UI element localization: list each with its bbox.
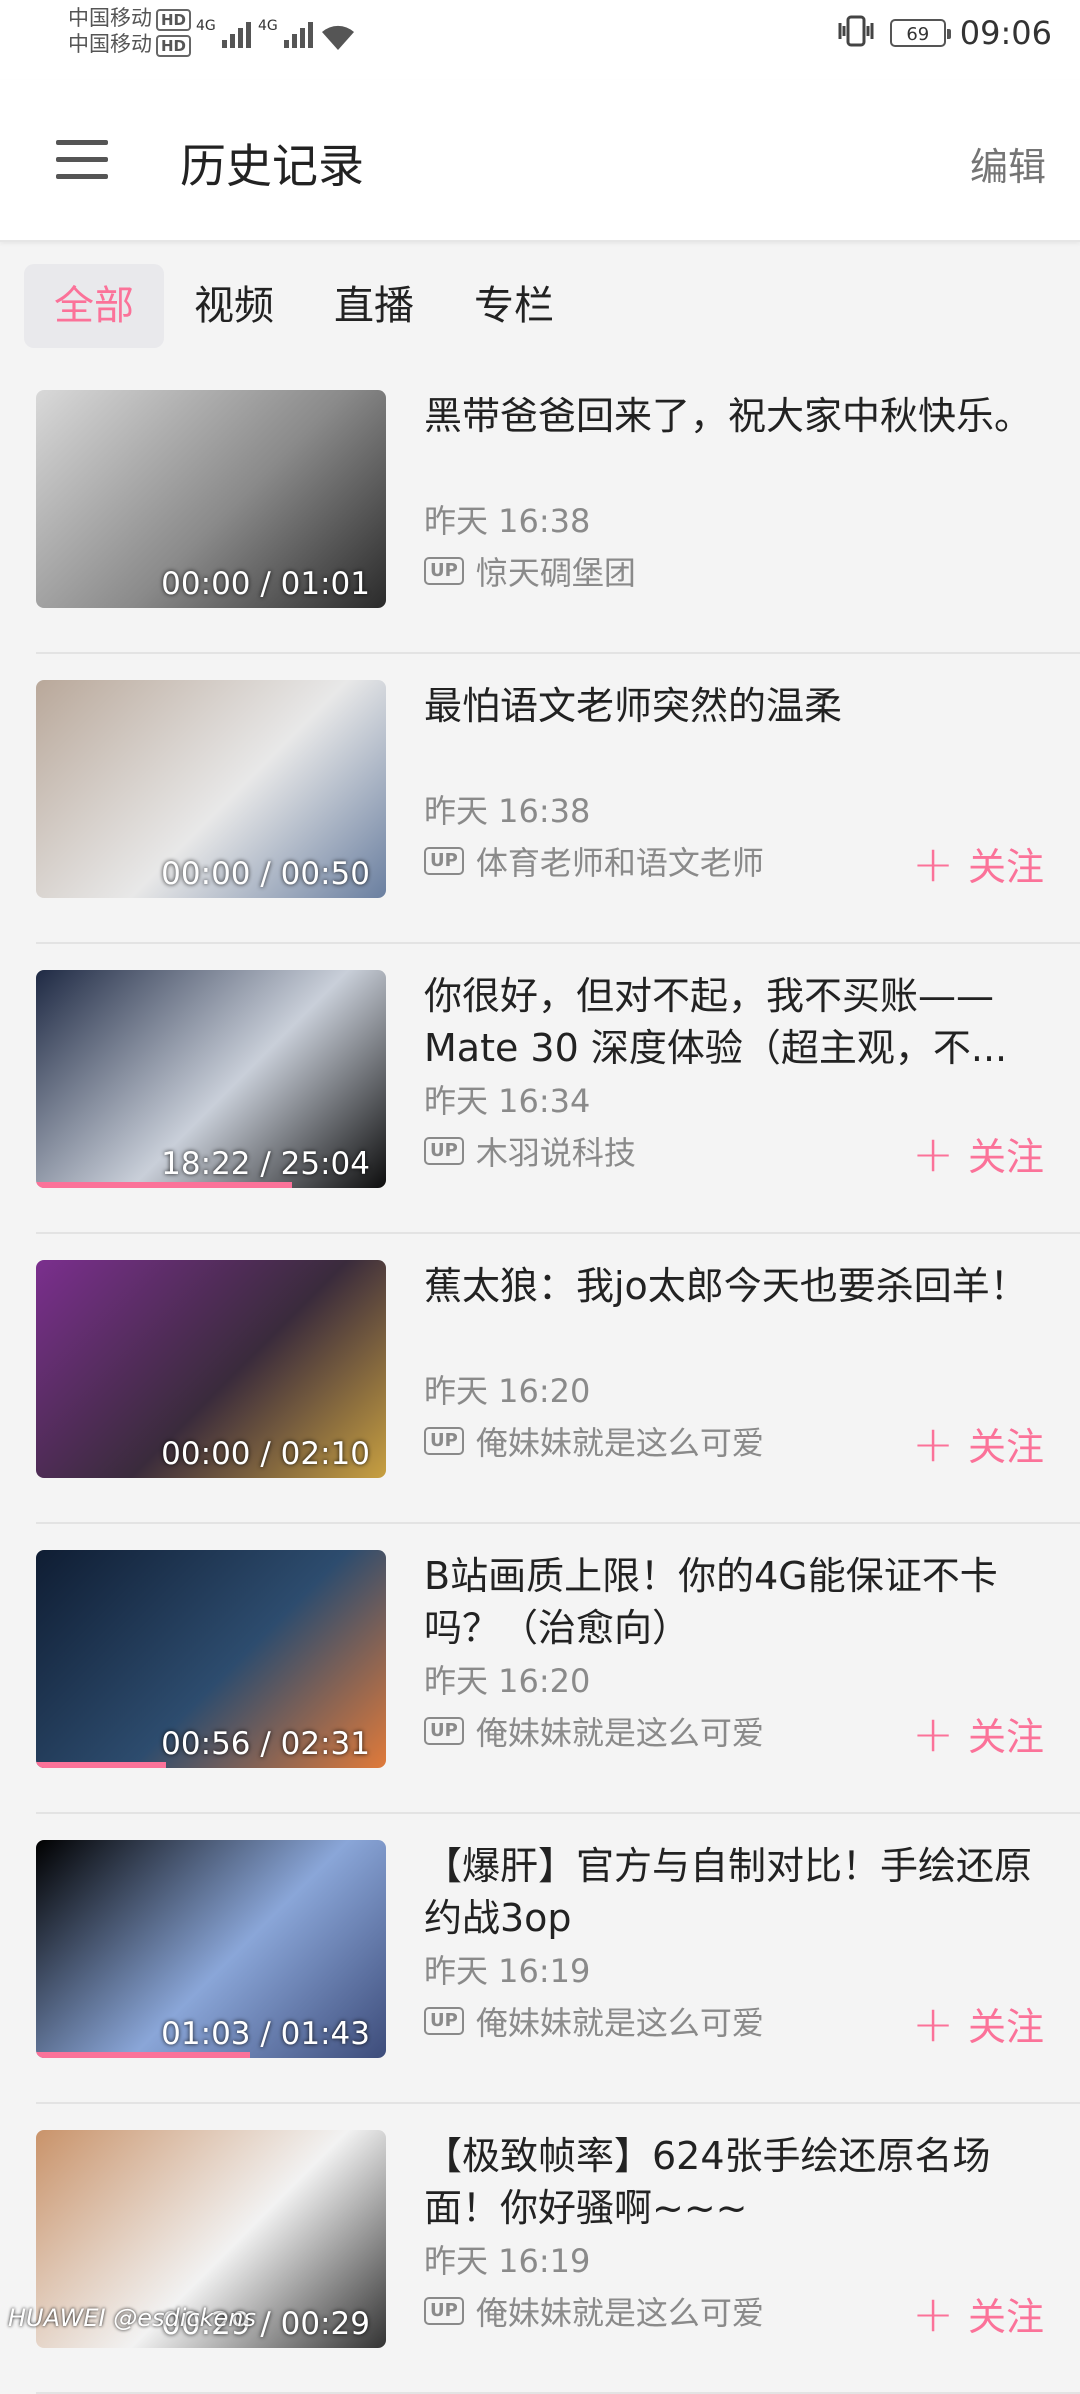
video-thumbnail[interactable]: 00:00 / 02:10: [36, 1260, 386, 1478]
plus-icon: +: [912, 844, 954, 884]
watch-progress-bar: [36, 1762, 166, 1768]
follow-label: 关注: [968, 836, 1044, 891]
video-title[interactable]: 【爆肝】官方与自制对比！手绘还原约战3op: [424, 1840, 1044, 1944]
plus-icon: +: [912, 1134, 954, 1174]
video-duration: 18:22 / 25:04: [161, 1146, 370, 1182]
video-duration: 00:56 / 02:31: [161, 1726, 370, 1762]
uploader[interactable]: UP 木羽说科技: [424, 1128, 636, 1174]
uploader-name: 俺妹妹就是这么可爱: [476, 1418, 764, 1464]
video-thumbnail[interactable]: 00:00 / 01:01: [36, 390, 386, 608]
follow-button[interactable]: + 关注: [912, 1126, 1044, 1181]
tab-live[interactable]: 直播: [304, 264, 444, 348]
battery-icon: 69: [890, 19, 946, 47]
follow-button[interactable]: + 关注: [912, 1416, 1044, 1471]
uploader[interactable]: UP 体育老师和语文老师: [424, 838, 764, 884]
uploader-name: 俺妹妹就是这么可爱: [476, 1998, 764, 2044]
history-item[interactable]: 18:22 / 25:04 你很好，但对不起，我不买账——Mate 30 深度体…: [0, 944, 1080, 1234]
video-title[interactable]: 最怕语文老师突然的温柔: [424, 680, 1044, 732]
watch-progress-bar: [36, 2052, 250, 2058]
watch-time: 昨天 16:19: [424, 1946, 590, 1992]
menu-icon[interactable]: [52, 140, 112, 180]
wifi-icon: [318, 20, 358, 56]
follow-button[interactable]: + 关注: [912, 836, 1044, 891]
up-badge-icon: UP: [424, 1427, 464, 1455]
video-duration: 00:00 / 00:50: [161, 856, 370, 892]
uploader-name: 俺妹妹就是这么可爱: [476, 1708, 764, 1754]
follow-button[interactable]: + 关注: [912, 1706, 1044, 1761]
uploader[interactable]: UP 俺妹妹就是这么可爱: [424, 1998, 764, 2044]
video-duration: 00:00 / 02:10: [161, 1436, 370, 1472]
watch-time: 昨天 16:20: [424, 1366, 590, 1412]
video-title[interactable]: 你很好，但对不起，我不买账——Mate 30 深度体验（超主观，不...: [424, 970, 1044, 1074]
uploader[interactable]: UP 俺妹妹就是这么可爱: [424, 1708, 764, 1754]
filter-tabs: 全部 视频 直播 专栏: [24, 264, 584, 348]
tab-video[interactable]: 视频: [164, 264, 304, 348]
watch-time: 昨天 16:38: [424, 496, 590, 542]
history-item[interactable]: 00:00 / 01:01 黑带爸爸回来了，祝大家中秋快乐。 昨天 16:38 …: [0, 364, 1080, 654]
watch-time: 昨天 16:34: [424, 1076, 590, 1122]
video-duration: 01:03 / 01:43: [161, 2016, 370, 2052]
tab-column[interactable]: 专栏: [444, 264, 584, 348]
video-title[interactable]: B站画质上限！你的4G能保证不卡吗？（治愈向）: [424, 1550, 1044, 1654]
video-thumbnail[interactable]: 00:00 / 00:50: [36, 680, 386, 898]
vibrate-icon: [836, 14, 876, 52]
uploader-name: 体育老师和语文老师: [476, 838, 764, 884]
history-item[interactable]: 01:03 / 01:43 【爆肝】官方与自制对比！手绘还原约战3op 昨天 1…: [0, 1814, 1080, 2104]
tab-all[interactable]: 全部: [24, 264, 164, 348]
up-badge-icon: UP: [424, 847, 464, 875]
plus-icon: +: [912, 1714, 954, 1754]
history-item[interactable]: 00:56 / 02:31 B站画质上限！你的4G能保证不卡吗？（治愈向） 昨天…: [0, 1524, 1080, 1814]
plus-icon: +: [912, 2004, 954, 2044]
up-badge-icon: UP: [424, 2297, 464, 2325]
uploader[interactable]: UP 俺妹妹就是这么可爱: [424, 2288, 764, 2334]
video-thumbnail[interactable]: 18:22 / 25:04: [36, 970, 386, 1188]
app-toolbar: 历史记录 编辑: [0, 80, 1080, 242]
watch-time: 昨天 16:19: [424, 2236, 590, 2282]
uploader[interactable]: UP 惊天碉堡团: [424, 548, 636, 594]
uploader-name: 惊天碉堡团: [476, 548, 636, 594]
watch-progress-bar: [36, 1182, 292, 1188]
video-thumbnail[interactable]: 00:56 / 02:31: [36, 1550, 386, 1768]
plus-icon: +: [912, 1424, 954, 1464]
uploader[interactable]: UP 俺妹妹就是这么可爱: [424, 1418, 764, 1464]
history-item[interactable]: 00:00 / 00:50 最怕语文老师突然的温柔 昨天 16:38 UP 体育…: [0, 654, 1080, 944]
uploader-name: 木羽说科技: [476, 1128, 636, 1174]
follow-button[interactable]: + 关注: [912, 2286, 1044, 2341]
video-duration: 00:00 / 01:01: [161, 566, 370, 602]
status-bar: 中国移动HD 中国移动HD 4G 4G 69 09:06: [0, 0, 1080, 80]
follow-label: 关注: [968, 1126, 1044, 1181]
watch-time: 昨天 16:38: [424, 786, 590, 832]
signal-icon-1: 4G: [196, 18, 254, 50]
up-badge-icon: UP: [424, 557, 464, 585]
up-badge-icon: UP: [424, 1137, 464, 1165]
follow-label: 关注: [968, 1706, 1044, 1761]
video-title[interactable]: 【极致帧率】624张手绘还原名场面！你好骚啊~~~: [424, 2130, 1044, 2234]
history-item[interactable]: 00:29 / 00:29 【极致帧率】624张手绘还原名场面！你好骚啊~~~ …: [0, 2104, 1080, 2394]
follow-button[interactable]: + 关注: [912, 1996, 1044, 2051]
page-title: 历史记录: [180, 130, 364, 196]
follow-label: 关注: [968, 1416, 1044, 1471]
signal-icon-2: 4G: [258, 18, 316, 50]
plus-icon: +: [912, 2294, 954, 2334]
video-thumbnail[interactable]: 01:03 / 01:43: [36, 1840, 386, 2058]
up-badge-icon: UP: [424, 1717, 464, 1745]
up-badge-icon: UP: [424, 2007, 464, 2035]
carrier-label-2: 中国移动HD: [68, 32, 191, 57]
watermark: HUAWEI @esdickens: [8, 2304, 256, 2332]
history-list: 00:00 / 01:01 黑带爸爸回来了，祝大家中秋快乐。 昨天 16:38 …: [0, 364, 1080, 2394]
history-item[interactable]: 00:00 / 02:10 蕉太狼：我jo太郎今天也要杀回羊！ 昨天 16:20…: [0, 1234, 1080, 1524]
edit-button[interactable]: 编辑: [970, 136, 1046, 191]
uploader-name: 俺妹妹就是这么可爱: [476, 2288, 764, 2334]
watch-time: 昨天 16:20: [424, 1656, 590, 1702]
video-title[interactable]: 黑带爸爸回来了，祝大家中秋快乐。: [424, 390, 1044, 442]
follow-label: 关注: [968, 1996, 1044, 2051]
carrier-label-1: 中国移动HD: [68, 6, 191, 31]
video-title[interactable]: 蕉太狼：我jo太郎今天也要杀回羊！: [424, 1260, 1044, 1312]
clock: 09:06: [960, 14, 1052, 52]
follow-label: 关注: [968, 2286, 1044, 2341]
